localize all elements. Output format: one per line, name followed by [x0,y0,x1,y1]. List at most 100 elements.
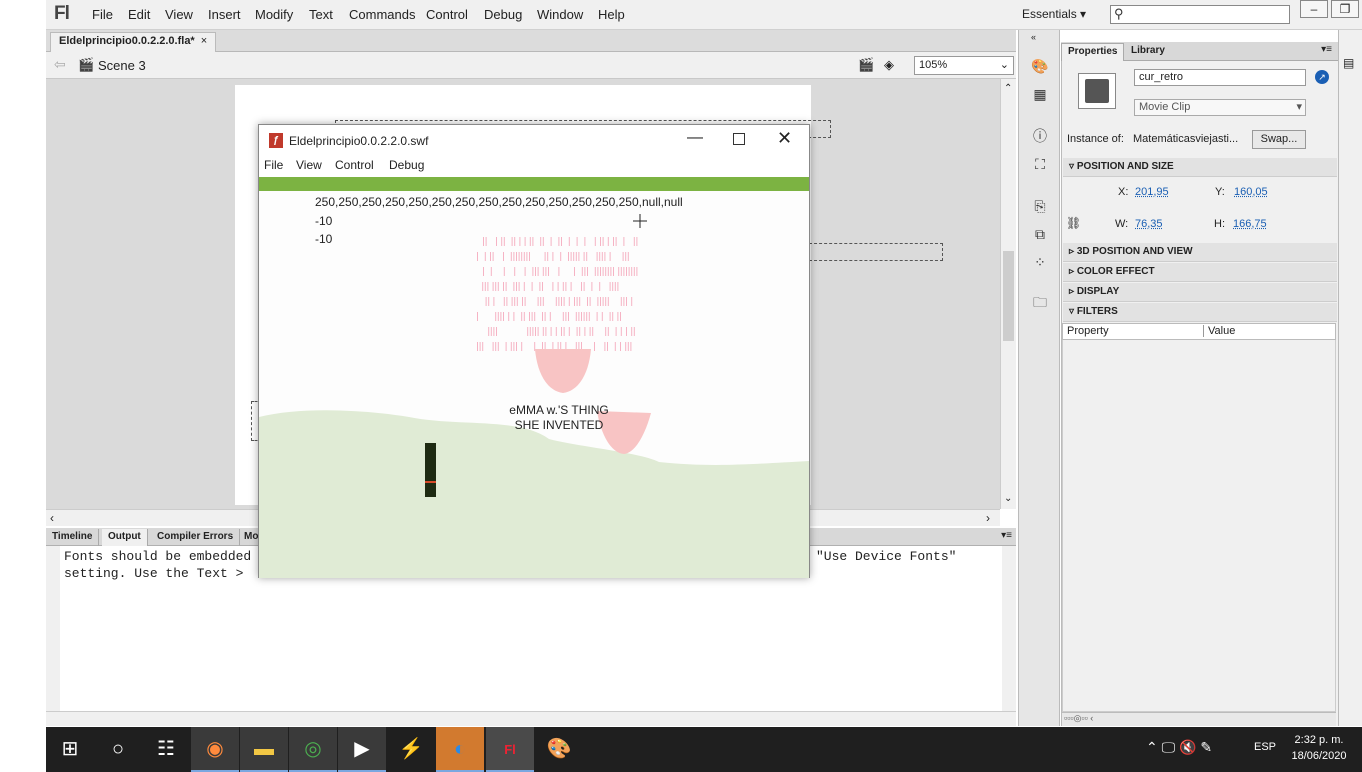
instance-name-input[interactable]: cur_retro [1134,69,1306,86]
filters-toolbar[interactable]: ▫▫▫◎▫▫ ‹ [1062,712,1336,726]
swf-menu-file[interactable]: File [264,158,283,172]
components-icon[interactable]: ⧉ [1029,224,1051,244]
clock[interactable]: 2:32 p. m. 18/06/2020 [1288,732,1350,764]
tab-properties[interactable]: Properties [1061,43,1125,61]
edit-scene-icon[interactable]: 🎬 [858,57,874,73]
tab-output[interactable]: Output [102,529,148,546]
stage-object-outline-2[interactable] [809,243,943,261]
panel-menu-icon[interactable]: ▾≡ [1001,530,1012,541]
menu-debug[interactable]: Debug [484,7,522,22]
swf-minimize-button[interactable]: — [687,129,703,147]
section-3d-position[interactable]: ▹ 3D POSITION AND VIEW [1063,243,1337,262]
scroll-left-icon[interactable]: ‹ [50,511,54,525]
scroll-right-icon[interactable]: › [986,511,990,525]
close-tab-icon[interactable]: × [201,35,207,47]
swf-menu-debug[interactable]: Debug [389,158,424,172]
scroll-down-icon[interactable]: ⌄ [1004,493,1012,504]
task-view-icon[interactable]: ☷ [142,727,190,772]
chrome-icon[interactable]: ◎ [289,727,337,772]
swf-close-button[interactable]: ✕ [777,128,792,149]
glyph-stroke [626,297,627,306]
help-icon[interactable]: ↗ [1315,70,1329,84]
h-value[interactable]: 166,75 [1233,218,1267,230]
menu-file[interactable]: File [92,7,113,22]
stage-vertical-scrollbar[interactable]: ⌃ ⌄ [1000,79,1016,509]
x-value[interactable]: 201,95 [1135,186,1169,198]
glyph-stroke [531,282,533,291]
menu-help[interactable]: Help [598,7,625,22]
trace-value-3: -10 [315,232,333,246]
project-icon[interactable]: 🗀 [1029,292,1051,312]
menu-text[interactable]: Text [309,7,333,22]
transform-icon[interactable]: ⛶ [1029,154,1051,174]
glyph-stroke [501,237,503,246]
glyph-stroke [636,237,638,246]
swatches-icon[interactable]: ▦ [1029,84,1051,104]
menu-insert[interactable]: Insert [208,7,241,22]
panel-menu-icon[interactable]: ▾≡ [1321,44,1332,55]
swap-button[interactable]: Swap... [1252,130,1306,149]
glyph-stroke [496,327,497,336]
input-language[interactable]: ESP [1254,741,1276,753]
tab-library[interactable]: Library [1125,43,1171,61]
symbol-type-select[interactable]: Movie Clip ▾ [1134,99,1306,116]
glyph-stroke [513,312,515,321]
swf-title-bar[interactable]: ƒ Eldelprincipio0.0.2.2.0.swf — ✕ [259,125,809,155]
output-horizontal-scrollbar[interactable] [46,711,1016,726]
back-arrow-icon[interactable]: ⇦ [54,56,66,73]
color-panel-icon[interactable]: 🎨 [1029,56,1051,76]
swf-menu-control[interactable]: Control [335,158,374,172]
tab-compiler-errors[interactable]: Compiler Errors [151,529,241,546]
swf-maximize-button[interactable] [733,133,745,145]
swf-menu-view[interactable]: View [296,158,322,172]
glyph-stroke [588,312,590,321]
edge-icon[interactable]: ◐ [436,727,484,772]
section-position-size[interactable]: ▿ POSITION AND SIZE [1063,158,1337,177]
document-tab[interactable]: Eldelprincipio0.0.2.2.0.fla* × [50,32,217,52]
collapse-panels-icon[interactable]: « [1031,32,1036,42]
video-editor-icon[interactable]: ▶ [338,727,386,772]
panel-menu-icon[interactable]: ▤ [1343,56,1354,70]
minimize-button[interactable]: – [1300,0,1328,18]
w-value[interactable]: 76,35 [1135,218,1163,230]
output-vertical-scrollbar[interactable] [1002,546,1016,711]
tray-icons[interactable]: ⌃ 🖵 🔇 ✎ [1146,739,1212,756]
swf-content[interactable]: 250,250,250,250,250,250,250,250,250,250,… [259,177,809,578]
tab-timeline[interactable]: Timeline [46,529,100,546]
windows-start-icon[interactable]: ⊞ [46,727,94,772]
menu-commands[interactable]: Commands [349,7,415,22]
paint-icon[interactable]: 🎨 [535,727,583,772]
menu-window[interactable]: Window [537,7,583,22]
scroll-thumb[interactable] [1003,251,1014,341]
scroll-up-icon[interactable]: ⌃ [1004,83,1012,94]
motion-presets-icon[interactable]: ⁘ [1029,252,1051,272]
glyph-stroke [542,237,544,246]
animate-app-icon[interactable]: Fl [486,727,534,772]
code-snippets-icon[interactable]: ⎘ [1029,196,1051,216]
glyph-stroke [625,252,627,261]
workspace-switcher[interactable]: Essentials ▾ [1022,7,1086,21]
help-search-input[interactable]: ⚲ [1110,5,1290,24]
restore-button[interactable]: ❐ [1331,0,1359,18]
tool-app-icon[interactable]: ⚡ [387,727,435,772]
swf-player-window[interactable]: ƒ Eldelprincipio0.0.2.2.0.swf — ✕ File V… [258,124,810,578]
menu-edit[interactable]: Edit [128,7,150,22]
glyph-stroke [576,237,578,246]
info-icon[interactable]: ⓘ [1029,126,1051,146]
menu-modify[interactable]: Modify [255,7,293,22]
firefox-icon[interactable]: ◉ [191,727,239,772]
y-value[interactable]: 160,05 [1234,186,1268,198]
section-filters[interactable]: ▿ FILTERS [1063,303,1337,322]
section-color-effect[interactable]: ▹ COLOR EFFECT [1063,263,1337,282]
lock-proportions-icon[interactable]: ⛓ [1066,216,1081,230]
filters-list[interactable] [1062,340,1336,712]
section-display[interactable]: ▹ DISPLAY [1063,283,1337,302]
zoom-select[interactable]: 105% ⌄ [914,56,1014,75]
menu-control[interactable]: Control [426,7,468,22]
glyph-stroke [584,327,586,336]
file-explorer-icon[interactable]: ▬ [240,727,288,772]
edit-symbol-icon[interactable]: ◈ [884,57,894,73]
search-circle-icon[interactable]: ○ [94,727,142,772]
glyph-stroke [558,297,560,306]
menu-view[interactable]: View [165,7,193,22]
